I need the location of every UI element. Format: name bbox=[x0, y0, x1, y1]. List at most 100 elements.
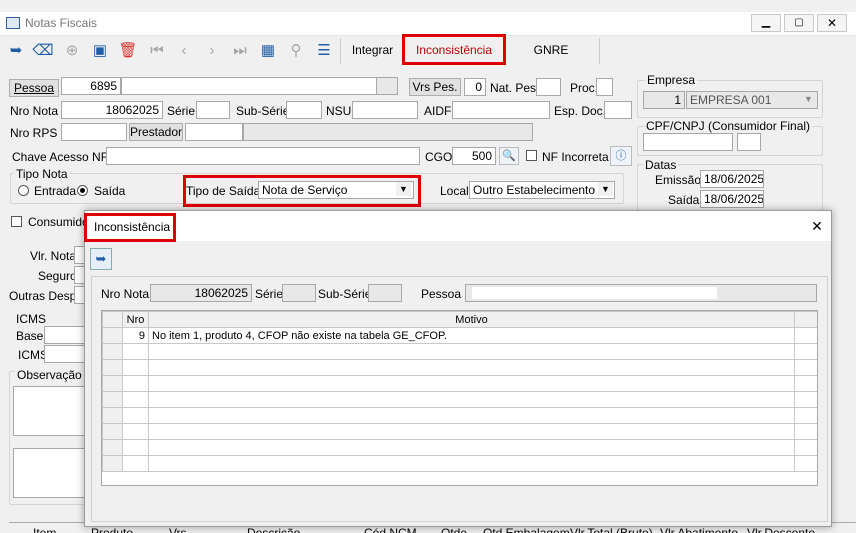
serie-field[interactable] bbox=[196, 101, 230, 119]
maximize-button[interactable]: ▢ bbox=[784, 14, 814, 32]
motivo-table: Nro Motivo 9 No item 1, produto 4, CFOP n… bbox=[102, 311, 817, 472]
vrs-pes-button[interactable]: Vrs Pes. bbox=[409, 78, 461, 96]
cpf-field[interactable] bbox=[643, 133, 733, 151]
close-icon[interactable]: ✕ bbox=[807, 217, 827, 235]
dlg-serie-field bbox=[282, 284, 316, 302]
motivo-cell bbox=[148, 423, 795, 440]
exit-icon[interactable]: ➥ bbox=[4, 38, 28, 62]
extra-cell bbox=[794, 343, 817, 360]
delete-icon[interactable]: 🗑 bbox=[116, 38, 140, 62]
col-item: Item bbox=[33, 526, 57, 533]
table-row[interactable]: 9 No item 1, produto 4, CFOP não existe n… bbox=[102, 327, 817, 344]
list-icon[interactable]: ☰ bbox=[312, 38, 336, 62]
motivo-cell: No item 1, produto 4, CFOP não existe na… bbox=[148, 327, 795, 344]
table-row[interactable] bbox=[102, 343, 817, 360]
row-marker bbox=[102, 327, 123, 344]
extra-cell bbox=[794, 359, 817, 376]
row-marker-header bbox=[102, 311, 123, 328]
motivo-cell bbox=[148, 439, 795, 456]
vrs-pes-field[interactable]: 0 bbox=[464, 78, 486, 96]
seguro-label: Seguro bbox=[38, 269, 77, 283]
tab-gnre[interactable]: GNRE bbox=[503, 38, 600, 64]
prestador-button[interactable]: Prestador bbox=[129, 123, 183, 141]
last-record-icon[interactable]: ⏭ bbox=[228, 38, 252, 62]
nro-cell bbox=[122, 343, 149, 360]
outras-desp-label: Outras Desp. bbox=[9, 289, 80, 303]
saida-radio[interactable] bbox=[77, 185, 88, 196]
cgo-field[interactable]: 500 bbox=[452, 147, 496, 165]
extra-cell bbox=[794, 423, 817, 440]
help-icon[interactable]: ⓘ bbox=[610, 146, 632, 166]
nro-rps-field[interactable] bbox=[61, 123, 127, 141]
row-marker bbox=[102, 439, 123, 456]
saida-date-field[interactable]: 18/06/2025 bbox=[700, 190, 764, 208]
sub-serie-field[interactable] bbox=[286, 101, 322, 119]
table-row[interactable] bbox=[102, 391, 817, 408]
local-select[interactable]: Outro Estabelecimento bbox=[469, 181, 615, 199]
table-row[interactable] bbox=[102, 359, 817, 376]
entrada-label: Entrada bbox=[34, 184, 77, 198]
proc-field[interactable] bbox=[596, 78, 613, 96]
minimize-button[interactable]: ▁ bbox=[751, 14, 781, 32]
row-marker bbox=[102, 359, 123, 376]
pessoa-button[interactable]: Pessoa bbox=[9, 79, 59, 97]
tipo-nota-label: Tipo Nota bbox=[14, 166, 70, 182]
esp-doc-field[interactable] bbox=[604, 101, 632, 119]
nro-cell bbox=[122, 359, 149, 376]
inconsistencia-dialog: Inconsistência ✕ ➥ Nro Nota 18062025 Sér… bbox=[84, 210, 832, 527]
entrada-radio[interactable] bbox=[18, 185, 29, 196]
table-row[interactable] bbox=[102, 407, 817, 424]
nat-pes-field[interactable] bbox=[536, 78, 561, 96]
motivo-grid: Nro Motivo 9 No item 1, produto 4, CFOP n… bbox=[101, 310, 818, 486]
save-icon[interactable]: ▣ bbox=[88, 38, 112, 62]
cpf-digit-field[interactable] bbox=[737, 133, 761, 151]
icms-field[interactable] bbox=[44, 345, 88, 363]
nro-nota-label: Nro Nota bbox=[10, 104, 59, 118]
base-label: Base bbox=[16, 329, 44, 343]
close-window-button[interactable]: ✕ bbox=[817, 14, 847, 32]
observacao-field[interactable] bbox=[13, 386, 89, 436]
cgo-search-icon[interactable]: 🔍 bbox=[499, 147, 519, 165]
next-record-icon[interactable]: › bbox=[200, 38, 224, 62]
prestador-field[interactable] bbox=[185, 123, 243, 141]
previous-record-icon[interactable]: ‹ bbox=[172, 38, 196, 62]
emissao-label: Emissão bbox=[655, 173, 702, 187]
table-row[interactable] bbox=[102, 455, 817, 472]
first-record-icon[interactable]: ⏮ bbox=[145, 38, 169, 62]
nat-pes-label: Nat. Pes. bbox=[490, 81, 540, 95]
dlg-sub-serie-label: Sub-Série bbox=[318, 287, 372, 301]
nro-nota-field[interactable]: 18062025 bbox=[61, 101, 163, 119]
eraser-icon[interactable]: ⌫ bbox=[31, 38, 55, 62]
chevron-down-icon: ▼ bbox=[598, 182, 613, 196]
emissao-field[interactable]: 18/06/2025 bbox=[700, 170, 764, 188]
grid-icon[interactable]: ▦ bbox=[256, 38, 280, 62]
aidf-field[interactable] bbox=[452, 101, 550, 119]
tab-integrar[interactable]: Integrar bbox=[340, 38, 404, 64]
observacao-field-2[interactable] bbox=[13, 448, 89, 498]
add-icon[interactable]: ⊕ bbox=[60, 38, 84, 62]
nro-cell bbox=[122, 455, 149, 472]
sub-serie-label: Sub-Série bbox=[236, 104, 290, 118]
dlg-sub-serie-field bbox=[368, 284, 402, 302]
extra-cell bbox=[794, 327, 817, 344]
extra-cell bbox=[794, 439, 817, 456]
app-icon bbox=[6, 17, 20, 29]
nsu-field[interactable] bbox=[352, 101, 418, 119]
row-marker bbox=[102, 391, 123, 408]
proc-label: Proc. bbox=[570, 81, 599, 95]
icms-group-label: ICMS bbox=[16, 312, 46, 326]
chave-field[interactable] bbox=[106, 147, 420, 165]
pessoa-field[interactable]: 6895 bbox=[61, 77, 121, 95]
table-row[interactable] bbox=[102, 375, 817, 392]
pessoa-name-field[interactable] bbox=[121, 77, 397, 95]
empresa-name-field: EMPRESA 001 bbox=[686, 91, 818, 109]
cgo-label: CGO bbox=[425, 150, 453, 164]
table-row[interactable] bbox=[102, 439, 817, 456]
nf-incorreta-checkbox[interactable] bbox=[526, 150, 537, 161]
exit-icon[interactable]: ➥ bbox=[90, 248, 112, 270]
base-field[interactable] bbox=[44, 326, 88, 344]
datas-label: Datas bbox=[643, 157, 679, 173]
search-icon[interactable]: ⚲ bbox=[284, 38, 308, 62]
table-row[interactable] bbox=[102, 423, 817, 440]
consumidor-checkbox[interactable] bbox=[11, 216, 22, 227]
